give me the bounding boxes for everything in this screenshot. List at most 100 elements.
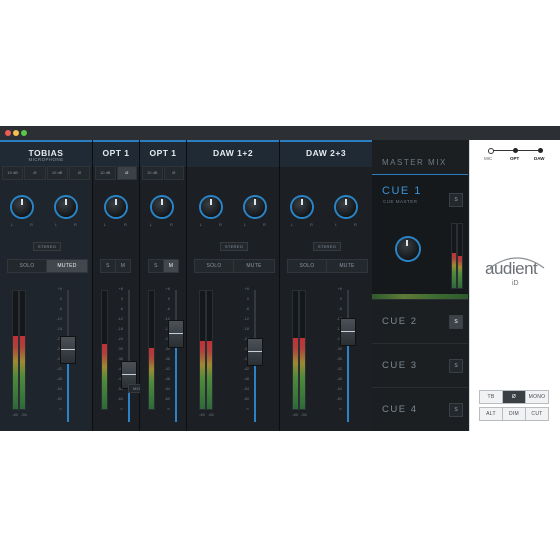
input-buttons: 10 dB Ø 10 dB Ø — [2, 166, 90, 180]
pan-knob-left[interactable] — [292, 197, 312, 217]
pan-knob-right[interactable] — [336, 197, 356, 217]
pan-knob-right[interactable] — [56, 197, 76, 217]
channel-name: OPT 1 — [149, 148, 177, 158]
mute-button[interactable]: MUTE — [233, 259, 275, 273]
zoom-window-button[interactable] — [21, 130, 27, 136]
channel-header[interactable]: TOBIAS MICROPHONE — [0, 140, 92, 167]
channel-strip-tobias: TOBIAS MICROPHONE 10 dB Ø 10 dB Ø L R L … — [0, 140, 93, 431]
fader-scale-tick: -18 — [56, 327, 63, 331]
fader-scale-tick: -42 — [336, 367, 343, 371]
source-dot-opt[interactable] — [513, 148, 518, 153]
fader-track-active — [175, 340, 177, 422]
fader-scale-tick: 0 — [339, 297, 342, 301]
input-buttons: 10 dB Ø — [142, 166, 184, 180]
mute-button[interactable]: M — [115, 259, 131, 273]
cue-2-panel[interactable]: CUE 2 S — [372, 299, 468, 344]
pad-button[interactable]: 10 dB — [142, 166, 163, 180]
source-label-mic: MIC — [484, 156, 493, 161]
level-meter-left — [12, 290, 19, 410]
title-bar — [0, 126, 560, 140]
fader-track — [347, 290, 349, 318]
gain-knob[interactable] — [106, 197, 126, 217]
meter-tick: -45 — [12, 412, 18, 417]
cut-button[interactable]: CUT — [525, 407, 549, 421]
cue-3-panel[interactable]: CUE 3 S — [372, 343, 468, 388]
cue-solo-button[interactable]: S — [449, 403, 463, 417]
polarity-button[interactable]: Ø — [502, 390, 526, 404]
meter-fill — [13, 335, 18, 409]
fader-scale-tick: -54 — [56, 387, 63, 391]
knob-r-label: R — [74, 222, 77, 227]
fader-scale-tick: ∞ — [339, 407, 342, 411]
phase-button[interactable]: Ø — [116, 166, 137, 180]
channel-header[interactable]: DAW 1+2 — [187, 140, 279, 167]
meter-fill — [200, 340, 205, 409]
solo-button[interactable]: SOLO — [7, 259, 47, 273]
fader-track — [67, 290, 69, 340]
phase-button[interactable]: Ø — [68, 166, 90, 180]
meter-fill — [458, 256, 462, 288]
stereo-link-button[interactable]: STEREO — [313, 242, 341, 251]
volume-fader[interactable] — [340, 318, 356, 346]
cue-subtitle: CUE MASTER — [383, 199, 418, 204]
stereo-link-button[interactable]: STEREO — [220, 242, 248, 251]
master-mix-tab[interactable]: MASTER MIX — [372, 140, 468, 174]
solo-button[interactable]: S — [100, 259, 116, 273]
fader-scale-tick: ∞ — [120, 407, 123, 411]
stereo-link-button[interactable]: STEREO — [33, 242, 61, 251]
cue-solo-button[interactable]: S — [449, 359, 463, 373]
gain-knob[interactable] — [152, 197, 172, 217]
channel-header[interactable]: OPT 1 — [93, 140, 139, 167]
pad-button[interactable]: 10 dB — [95, 166, 116, 180]
source-dot-mic[interactable] — [488, 148, 494, 154]
knob-r-label: R — [310, 222, 313, 227]
cue-solo-button[interactable]: S — [449, 193, 463, 207]
pan-knob-right[interactable] — [245, 197, 265, 217]
fader-scale-tick: -30 — [336, 347, 343, 351]
mute-button[interactable]: MUTED — [46, 259, 88, 273]
fader-scale-tick: -6 — [166, 307, 170, 311]
knob-r-label: R — [263, 222, 266, 227]
level-meter-right — [299, 290, 306, 410]
talkback-button[interactable]: TB — [479, 390, 503, 404]
fader-scale-tick: +6 — [244, 287, 249, 291]
app-window: TOBIAS MICROPHONE 10 dB Ø 10 dB Ø L R L … — [0, 126, 560, 431]
cue-solo-button[interactable]: S — [449, 315, 463, 329]
knob-r-label: R — [354, 222, 357, 227]
pan-knob-left[interactable] — [12, 197, 32, 217]
cue-4-panel[interactable]: CUE 4 S — [372, 387, 468, 431]
cue-level-knob[interactable] — [397, 238, 419, 260]
close-window-button[interactable] — [5, 130, 11, 136]
fader-scale-tick: -12 — [56, 317, 63, 321]
meter-fill — [207, 340, 212, 409]
mute-button[interactable]: M — [163, 259, 179, 273]
fader-scale-tick: -24 — [117, 337, 124, 341]
phase-button[interactable]: Ø — [163, 166, 184, 180]
source-dot-daw[interactable] — [538, 148, 543, 153]
channel-strip-daw23: DAW 2+3 L R L R STEREO SOLO MUTE -45 -54… — [280, 140, 373, 431]
pad-button[interactable]: 10 dB — [46, 166, 68, 180]
fader-scale-tick: -54 — [336, 387, 343, 391]
pad-button[interactable]: 10 dB — [2, 166, 24, 180]
mono-button[interactable]: MONO — [525, 390, 549, 404]
cue-1-panel[interactable]: CUE 1 CUE MASTER S — [372, 174, 468, 300]
volume-fader[interactable] — [60, 336, 76, 364]
solo-button[interactable]: SOLO — [287, 259, 327, 273]
channel-header[interactable]: DAW 2+3 — [280, 140, 372, 167]
knob-r-label: R — [219, 222, 222, 227]
minimize-window-button[interactable] — [13, 130, 19, 136]
fader-scale-tick: ∞ — [59, 407, 62, 411]
fader-scale: +60-6-12-18-24-30-36-42-48-54-60∞ — [160, 287, 171, 412]
solo-button[interactable]: SOLO — [194, 259, 234, 273]
volume-fader[interactable] — [168, 320, 184, 348]
volume-fader[interactable] — [247, 338, 263, 366]
fader-scale: +60-6-12-18-24-30-36-42-48-54-60∞ — [113, 287, 124, 412]
mute-button[interactable]: MUTE — [326, 259, 368, 273]
alt-button[interactable]: ALT — [479, 407, 503, 421]
dim-button[interactable]: DIM — [502, 407, 526, 421]
pan-knob-left[interactable] — [201, 197, 221, 217]
channel-header[interactable]: OPT 1 — [140, 140, 186, 167]
phase-button[interactable]: Ø — [24, 166, 46, 180]
solo-button[interactable]: S — [148, 259, 164, 273]
fader-scale-tick: -48 — [243, 377, 250, 381]
